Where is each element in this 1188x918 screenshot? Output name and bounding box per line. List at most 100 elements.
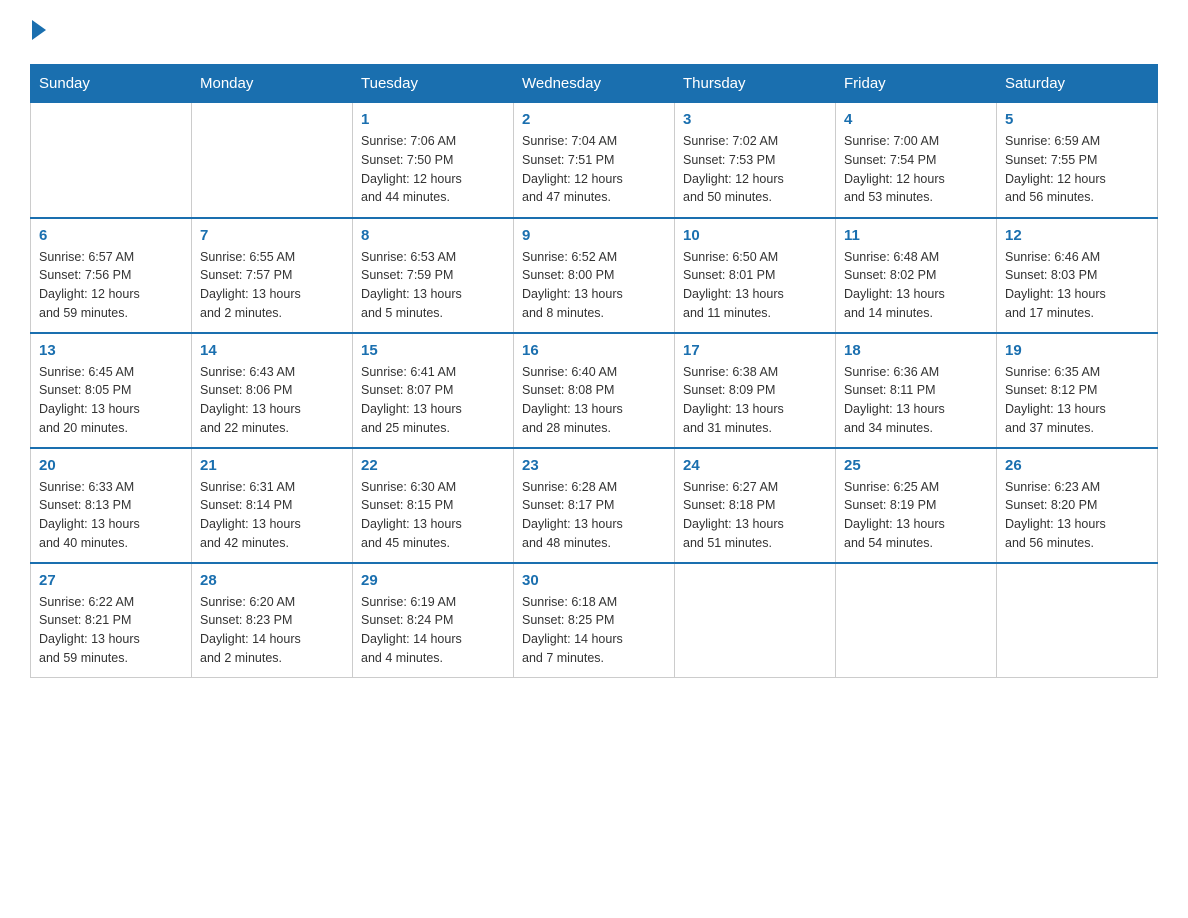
day-info: Sunrise: 6:59 AMSunset: 7:55 PMDaylight:… [1005,132,1149,207]
day-number: 17 [683,342,827,359]
day-info: Sunrise: 6:31 AMSunset: 8:14 PMDaylight:… [200,478,344,553]
day-number: 29 [361,572,505,589]
day-info: Sunrise: 6:38 AMSunset: 8:09 PMDaylight:… [683,363,827,438]
day-info: Sunrise: 6:19 AMSunset: 8:24 PMDaylight:… [361,593,505,668]
day-info: Sunrise: 6:20 AMSunset: 8:23 PMDaylight:… [200,593,344,668]
day-number: 19 [1005,342,1149,359]
week-row-1: 1 Sunrise: 7:06 AMSunset: 7:50 PMDaylight… [31,103,1158,218]
calendar-cell: 17 Sunrise: 6:38 AMSunset: 8:09 PMDayligh… [675,333,836,448]
calendar-cell: 16 Sunrise: 6:40 AMSunset: 8:08 PMDayligh… [514,333,675,448]
day-info: Sunrise: 6:40 AMSunset: 8:08 PMDaylight:… [522,363,666,438]
day-number: 11 [844,227,988,244]
calendar-cell: 15Sunrise: 6:41 AMSunset: 8:07 PMDayligh… [353,333,514,448]
calendar-cell: 19 Sunrise: 6:35 AMSunset: 8:12 PMDayligh… [997,333,1158,448]
calendar-cell: 21 Sunrise: 6:31 AMSunset: 8:14 PMDayligh… [192,448,353,563]
day-number: 3 [683,111,827,128]
week-row-3: 13 Sunrise: 6:45 AMSunset: 8:05 PMDayligh… [31,333,1158,448]
calendar-cell: 22 Sunrise: 6:30 AMSunset: 8:15 PMDayligh… [353,448,514,563]
calendar-cell [997,563,1158,678]
day-info: Sunrise: 6:46 AMSunset: 8:03 PMDaylight:… [1005,248,1149,323]
calendar-cell: 4Sunrise: 7:00 AMSunset: 7:54 PMDaylight… [836,103,997,218]
calendar-cell: 7 Sunrise: 6:55 AMSunset: 7:57 PMDaylight… [192,218,353,333]
day-number: 21 [200,457,344,474]
calendar-cell: 18 Sunrise: 6:36 AMSunset: 8:11 PMDayligh… [836,333,997,448]
day-number: 22 [361,457,505,474]
day-info: Sunrise: 6:53 AMSunset: 7:59 PMDaylight:… [361,248,505,323]
calendar-cell: 6 Sunrise: 6:57 AMSunset: 7:56 PMDaylight… [31,218,192,333]
calendar-cell [31,103,192,218]
day-number: 5 [1005,111,1149,128]
header-cell-sunday: Sunday [31,65,192,103]
calendar-cell: 25 Sunrise: 6:25 AMSunset: 8:19 PMDayligh… [836,448,997,563]
header-cell-tuesday: Tuesday [353,65,514,103]
day-info: Sunrise: 6:50 AMSunset: 8:01 PMDaylight:… [683,248,827,323]
day-number: 13 [39,342,183,359]
day-info: Sunrise: 7:02 AMSunset: 7:53 PMDaylight:… [683,132,827,207]
logo [30,20,46,44]
day-number: 30 [522,572,666,589]
calendar-cell [836,563,997,678]
calendar-cell: 10 Sunrise: 6:50 AMSunset: 8:01 PMDayligh… [675,218,836,333]
day-number: 23 [522,457,666,474]
day-info: Sunrise: 6:52 AMSunset: 8:00 PMDaylight:… [522,248,666,323]
calendar-cell: 26 Sunrise: 6:23 AMSunset: 8:20 PMDayligh… [997,448,1158,563]
day-info: Sunrise: 6:25 AMSunset: 8:19 PMDaylight:… [844,478,988,553]
header-cell-wednesday: Wednesday [514,65,675,103]
calendar-cell: 27 Sunrise: 6:22 AMSunset: 8:21 PMDayligh… [31,563,192,678]
header-cell-saturday: Saturday [997,65,1158,103]
day-info: Sunrise: 6:18 AMSunset: 8:25 PMDaylight:… [522,593,666,668]
calendar-cell: 30 Sunrise: 6:18 AMSunset: 8:25 PMDayligh… [514,563,675,678]
day-info: Sunrise: 6:48 AMSunset: 8:02 PMDaylight:… [844,248,988,323]
day-number: 1 [361,111,505,128]
day-number: 9 [522,227,666,244]
calendar-cell: 20Sunrise: 6:33 AMSunset: 8:13 PMDayligh… [31,448,192,563]
day-number: 8 [361,227,505,244]
calendar-cell [192,103,353,218]
day-info: Sunrise: 6:35 AMSunset: 8:12 PMDaylight:… [1005,363,1149,438]
day-info: Sunrise: 6:57 AMSunset: 7:56 PMDaylight:… [39,248,183,323]
calendar-cell: 28Sunrise: 6:20 AMSunset: 8:23 PMDayligh… [192,563,353,678]
day-number: 16 [522,342,666,359]
day-info: Sunrise: 6:27 AMSunset: 8:18 PMDaylight:… [683,478,827,553]
day-number: 24 [683,457,827,474]
day-info: Sunrise: 6:36 AMSunset: 8:11 PMDaylight:… [844,363,988,438]
calendar-cell: 24 Sunrise: 6:27 AMSunset: 8:18 PMDayligh… [675,448,836,563]
calendar-cell: 8 Sunrise: 6:53 AMSunset: 7:59 PMDaylight… [353,218,514,333]
day-number: 6 [39,227,183,244]
calendar-cell: 5 Sunrise: 6:59 AMSunset: 7:55 PMDaylight… [997,103,1158,218]
day-number: 10 [683,227,827,244]
day-number: 27 [39,572,183,589]
calendar-cell: 2 Sunrise: 7:04 AMSunset: 7:51 PMDaylight… [514,103,675,218]
calendar-cell: 11 Sunrise: 6:48 AMSunset: 8:02 PMDayligh… [836,218,997,333]
day-info: Sunrise: 6:28 AMSunset: 8:17 PMDaylight:… [522,478,666,553]
day-info: Sunrise: 6:55 AMSunset: 7:57 PMDaylight:… [200,248,344,323]
calendar-cell: 3 Sunrise: 7:02 AMSunset: 7:53 PMDaylight… [675,103,836,218]
calendar-cell: 23 Sunrise: 6:28 AMSunset: 8:17 PMDayligh… [514,448,675,563]
day-number: 7 [200,227,344,244]
day-number: 4 [844,111,988,128]
calendar-cell: 14Sunrise: 6:43 AMSunset: 8:06 PMDayligh… [192,333,353,448]
header-cell-monday: Monday [192,65,353,103]
week-row-5: 27 Sunrise: 6:22 AMSunset: 8:21 PMDayligh… [31,563,1158,678]
day-info: Sunrise: 6:30 AMSunset: 8:15 PMDaylight:… [361,478,505,553]
day-number: 12 [1005,227,1149,244]
day-info: Sunrise: 6:23 AMSunset: 8:20 PMDaylight:… [1005,478,1149,553]
day-number: 20 [39,457,183,474]
day-info: Sunrise: 7:04 AMSunset: 7:51 PMDaylight:… [522,132,666,207]
day-number: 15 [361,342,505,359]
day-number: 25 [844,457,988,474]
day-info: Sunrise: 7:06 AMSunset: 7:50 PMDaylight:… [361,132,505,207]
header-row: SundayMondayTuesdayWednesdayThursdayFrid… [31,65,1158,103]
week-row-2: 6 Sunrise: 6:57 AMSunset: 7:56 PMDaylight… [31,218,1158,333]
day-info: Sunrise: 6:22 AMSunset: 8:21 PMDaylight:… [39,593,183,668]
calendar-cell: 9 Sunrise: 6:52 AMSunset: 8:00 PMDaylight… [514,218,675,333]
day-number: 2 [522,111,666,128]
day-number: 26 [1005,457,1149,474]
calendar-cell: 1 Sunrise: 7:06 AMSunset: 7:50 PMDaylight… [353,103,514,218]
day-number: 18 [844,342,988,359]
calendar-cell: 12 Sunrise: 6:46 AMSunset: 8:03 PMDayligh… [997,218,1158,333]
header-cell-thursday: Thursday [675,65,836,103]
day-info: Sunrise: 6:45 AMSunset: 8:05 PMDaylight:… [39,363,183,438]
calendar-table: SundayMondayTuesdayWednesdayThursdayFrid… [30,64,1158,678]
header-cell-friday: Friday [836,65,997,103]
